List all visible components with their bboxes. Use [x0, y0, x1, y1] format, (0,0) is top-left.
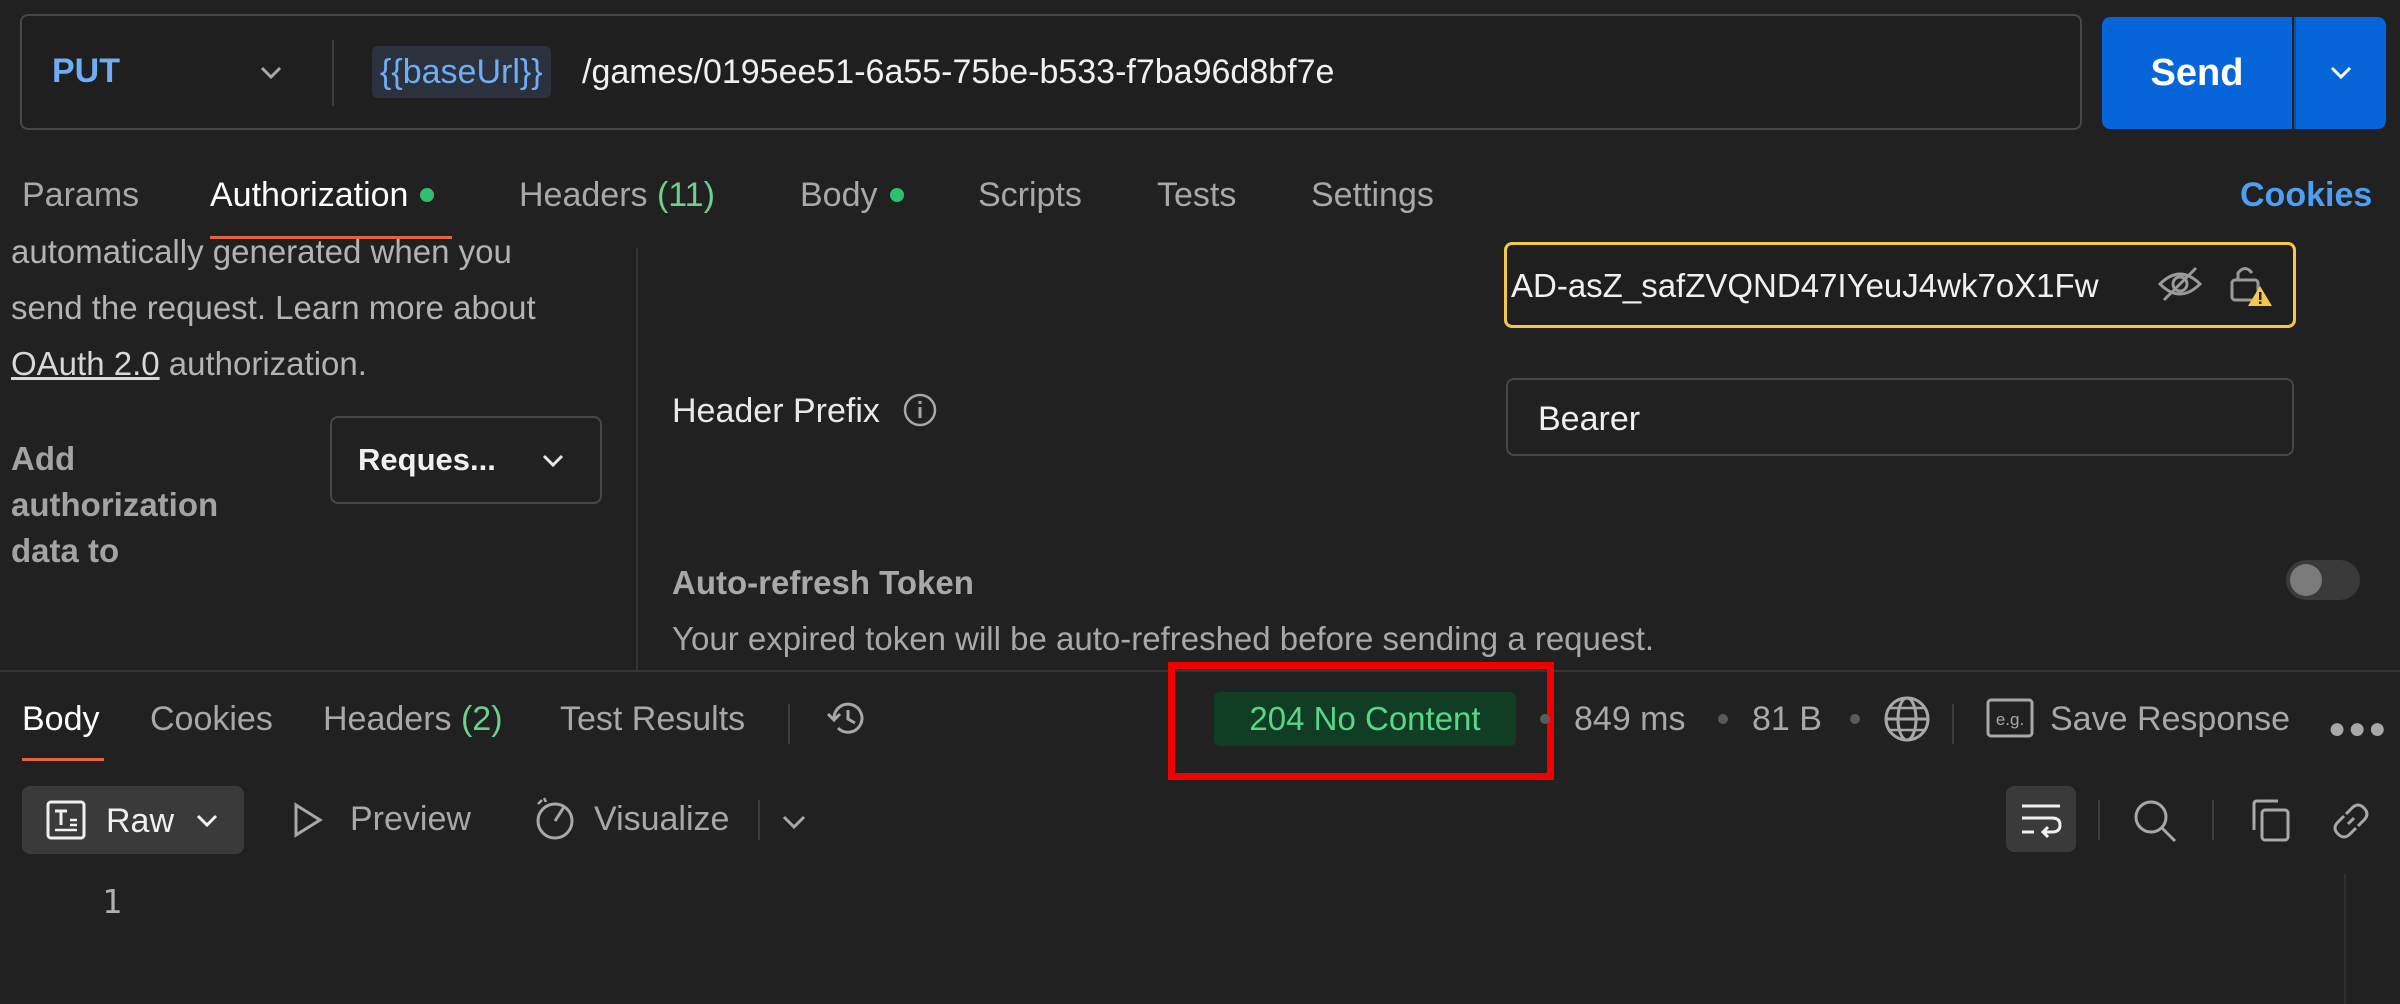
- chevron-down-icon: [196, 814, 218, 828]
- tab-tests[interactable]: Tests: [1157, 176, 1236, 215]
- auto-refresh-description: Your expired token will be auto-refreshe…: [672, 620, 1655, 657]
- response-tab-test-results[interactable]: Test Results: [560, 700, 745, 739]
- response-tab-cookies[interactable]: Cookies: [150, 700, 273, 739]
- separator: [758, 800, 760, 840]
- separator-dot: [1540, 714, 1550, 724]
- auth-description-line: automatically generated when you: [11, 233, 512, 270]
- url-input[interactable]: /games/0195ee51-6a55-75be-b533-f7ba96d8b…: [582, 50, 1334, 94]
- globe-icon[interactable]: [1882, 694, 1932, 744]
- tab-body[interactable]: Body: [800, 176, 904, 215]
- headers-count: (11): [656, 176, 715, 214]
- auto-refresh-toggle[interactable]: [2286, 560, 2360, 600]
- response-size[interactable]: 81 B: [1752, 700, 1822, 739]
- response-tab-body[interactable]: Body: [22, 700, 100, 739]
- header-prefix-input[interactable]: Bearer: [1506, 378, 2294, 456]
- line-number: 1: [102, 882, 122, 921]
- auth-description-line: send the request. Learn more about: [11, 289, 536, 326]
- visualize-icon: [536, 797, 574, 840]
- active-tab-indicator: [22, 758, 104, 761]
- format-select[interactable]: Raw: [22, 786, 244, 854]
- add-auth-to-value: Reques...: [358, 442, 496, 477]
- url-variable[interactable]: {{baseUrl}}: [372, 46, 551, 98]
- pane-divider: [636, 248, 638, 670]
- separator: [2098, 800, 2100, 840]
- chevron-down-icon: [2330, 66, 2352, 80]
- svg-text:e.g.: e.g.: [1996, 710, 2024, 729]
- separator: [788, 704, 790, 744]
- tab-headers[interactable]: Headers (11): [519, 176, 715, 215]
- format-value: Raw: [106, 802, 175, 840]
- visualize-button[interactable]: Visualize: [594, 800, 729, 839]
- send-button[interactable]: Send: [2102, 17, 2292, 129]
- wrap-lines-button[interactable]: [2006, 786, 2076, 852]
- copy-icon[interactable]: [2250, 798, 2292, 844]
- auto-refresh-title: Auto-refresh Token: [672, 564, 974, 601]
- preview-button[interactable]: Preview: [350, 800, 471, 839]
- add-auth-to-select[interactable]: Reques...: [330, 416, 602, 504]
- add-auth-label: Add authorization data to: [11, 436, 218, 574]
- chevron-down-icon: [542, 454, 564, 468]
- play-icon: [294, 802, 323, 838]
- example-icon: e.g.: [1986, 698, 2034, 738]
- chevron-down-icon[interactable]: [256, 58, 286, 88]
- history-icon[interactable]: [824, 694, 872, 742]
- separator: [2212, 800, 2214, 840]
- tab-scripts[interactable]: Scripts: [978, 176, 1082, 215]
- scrollbar[interactable]: [2344, 874, 2346, 1004]
- info-icon[interactable]: [902, 392, 938, 428]
- method-select[interactable]: PUT: [52, 52, 120, 91]
- lock-warning-icon[interactable]: [2226, 260, 2276, 310]
- tab-authorization[interactable]: Authorization: [210, 176, 435, 215]
- add-auth-label-line: data to: [11, 532, 120, 569]
- header-prefix-value: Bearer: [1538, 400, 1641, 438]
- response-time[interactable]: 849 ms: [1574, 700, 1686, 739]
- chevron-down-icon[interactable]: [780, 808, 808, 836]
- toggle-knob: [2290, 564, 2322, 596]
- search-icon[interactable]: [2132, 798, 2178, 844]
- tab-label: Authorization: [210, 176, 409, 214]
- cookies-link[interactable]: Cookies: [2240, 176, 2372, 215]
- highlight-box: [1168, 662, 1554, 780]
- tab-params[interactable]: Params: [22, 176, 139, 215]
- auth-description-text: authorization.: [159, 345, 367, 382]
- response-tab-headers[interactable]: Headers (2): [323, 700, 503, 739]
- tab-label: Headers: [323, 700, 452, 738]
- tab-label: Headers: [519, 176, 648, 214]
- separator-dot: [1850, 714, 1860, 724]
- save-response-button[interactable]: Save Response: [2050, 700, 2290, 739]
- modified-dot: [420, 188, 435, 202]
- eye-slash-icon[interactable]: [2156, 262, 2204, 306]
- more-options-icon[interactable]: ●●●: [2328, 712, 2388, 746]
- modified-dot: [889, 188, 904, 202]
- separator: [1952, 704, 1954, 744]
- header-prefix-label: Header Prefix: [672, 392, 880, 430]
- wrap-icon: [2022, 804, 2062, 838]
- oauth-link[interactable]: OAuth 2.0: [11, 345, 160, 382]
- link-icon[interactable]: [2328, 798, 2374, 844]
- token-value: AD-asZ_safZVQND47IYeuJ4wk7oX1Fw: [1511, 267, 2099, 304]
- auth-description-line: OAuth 2.0 authorization.: [11, 336, 367, 392]
- url-divider: [332, 40, 334, 106]
- url-bar: PUT {{baseUrl}} /games/0195ee51-6a55-75b…: [20, 14, 2082, 130]
- send-options-button[interactable]: [2294, 17, 2386, 129]
- tab-label: Body: [800, 176, 878, 214]
- separator-dot: [1718, 714, 1728, 724]
- add-auth-label-line: authorization: [11, 486, 219, 523]
- text-format-icon: [46, 800, 86, 840]
- add-auth-label-line: Add: [11, 440, 76, 477]
- tab-settings[interactable]: Settings: [1311, 176, 1434, 215]
- response-headers-count: (2): [460, 700, 503, 738]
